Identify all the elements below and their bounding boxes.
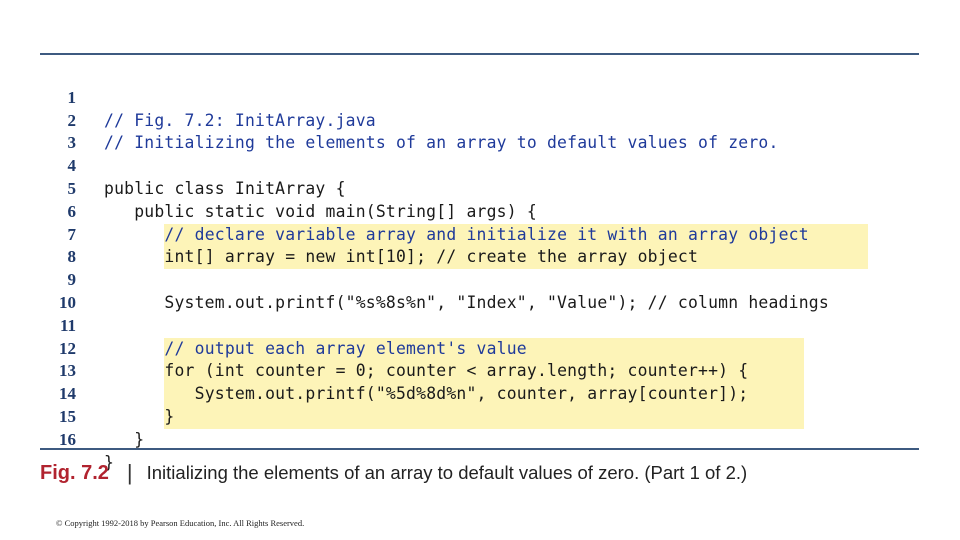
bottom-rule: [40, 448, 919, 450]
code-listing: 1 // Fig. 7.2: InitArray.java 2 // Initi…: [40, 64, 919, 472]
code-line-7: 7 int[] array = new int[10]; // create t…: [40, 201, 919, 270]
code-line-6: 6 // declare variable array and initiali…: [40, 178, 919, 247]
code-line-12: 12 for (int counter = 0; counter < array…: [40, 315, 919, 384]
code-line-5: 5 public static void main(String[] args)…: [40, 155, 919, 221]
code-line-9: 9 System.out.printf("%s%8s%n", "Index", …: [40, 246, 919, 312]
code-line-13: 13 System.out.printf("%5d%8d%n", counter…: [40, 338, 919, 406]
caption-separator: |: [126, 460, 133, 485]
caption-text: Initializing the elements of an array to…: [146, 462, 748, 483]
code-line-8: 8: [40, 224, 919, 266]
code-line-15: 15 }: [40, 383, 919, 449]
top-rule: [40, 53, 919, 55]
copyright-notice: © Copyright 1992-2018 by Pearson Educati…: [56, 518, 305, 528]
code-line-2: 2 // Initializing the elements of an arr…: [40, 87, 919, 153]
code-line-16: 16 }: [40, 406, 919, 472]
figure-caption: Fig. 7.2 | Initializing the elements of …: [40, 458, 747, 488]
code-line-1: 1 // Fig. 7.2: InitArray.java: [40, 64, 919, 130]
code-line-14: 14 }: [40, 360, 919, 429]
code-line-11: 11 // output each array element's value: [40, 292, 919, 361]
code-line-3: 3: [40, 110, 919, 152]
code-line-4: 4 public class InitArray {: [40, 132, 919, 198]
code-line-10: 10: [40, 269, 919, 312]
figure-label: Fig. 7.2: [40, 461, 109, 484]
